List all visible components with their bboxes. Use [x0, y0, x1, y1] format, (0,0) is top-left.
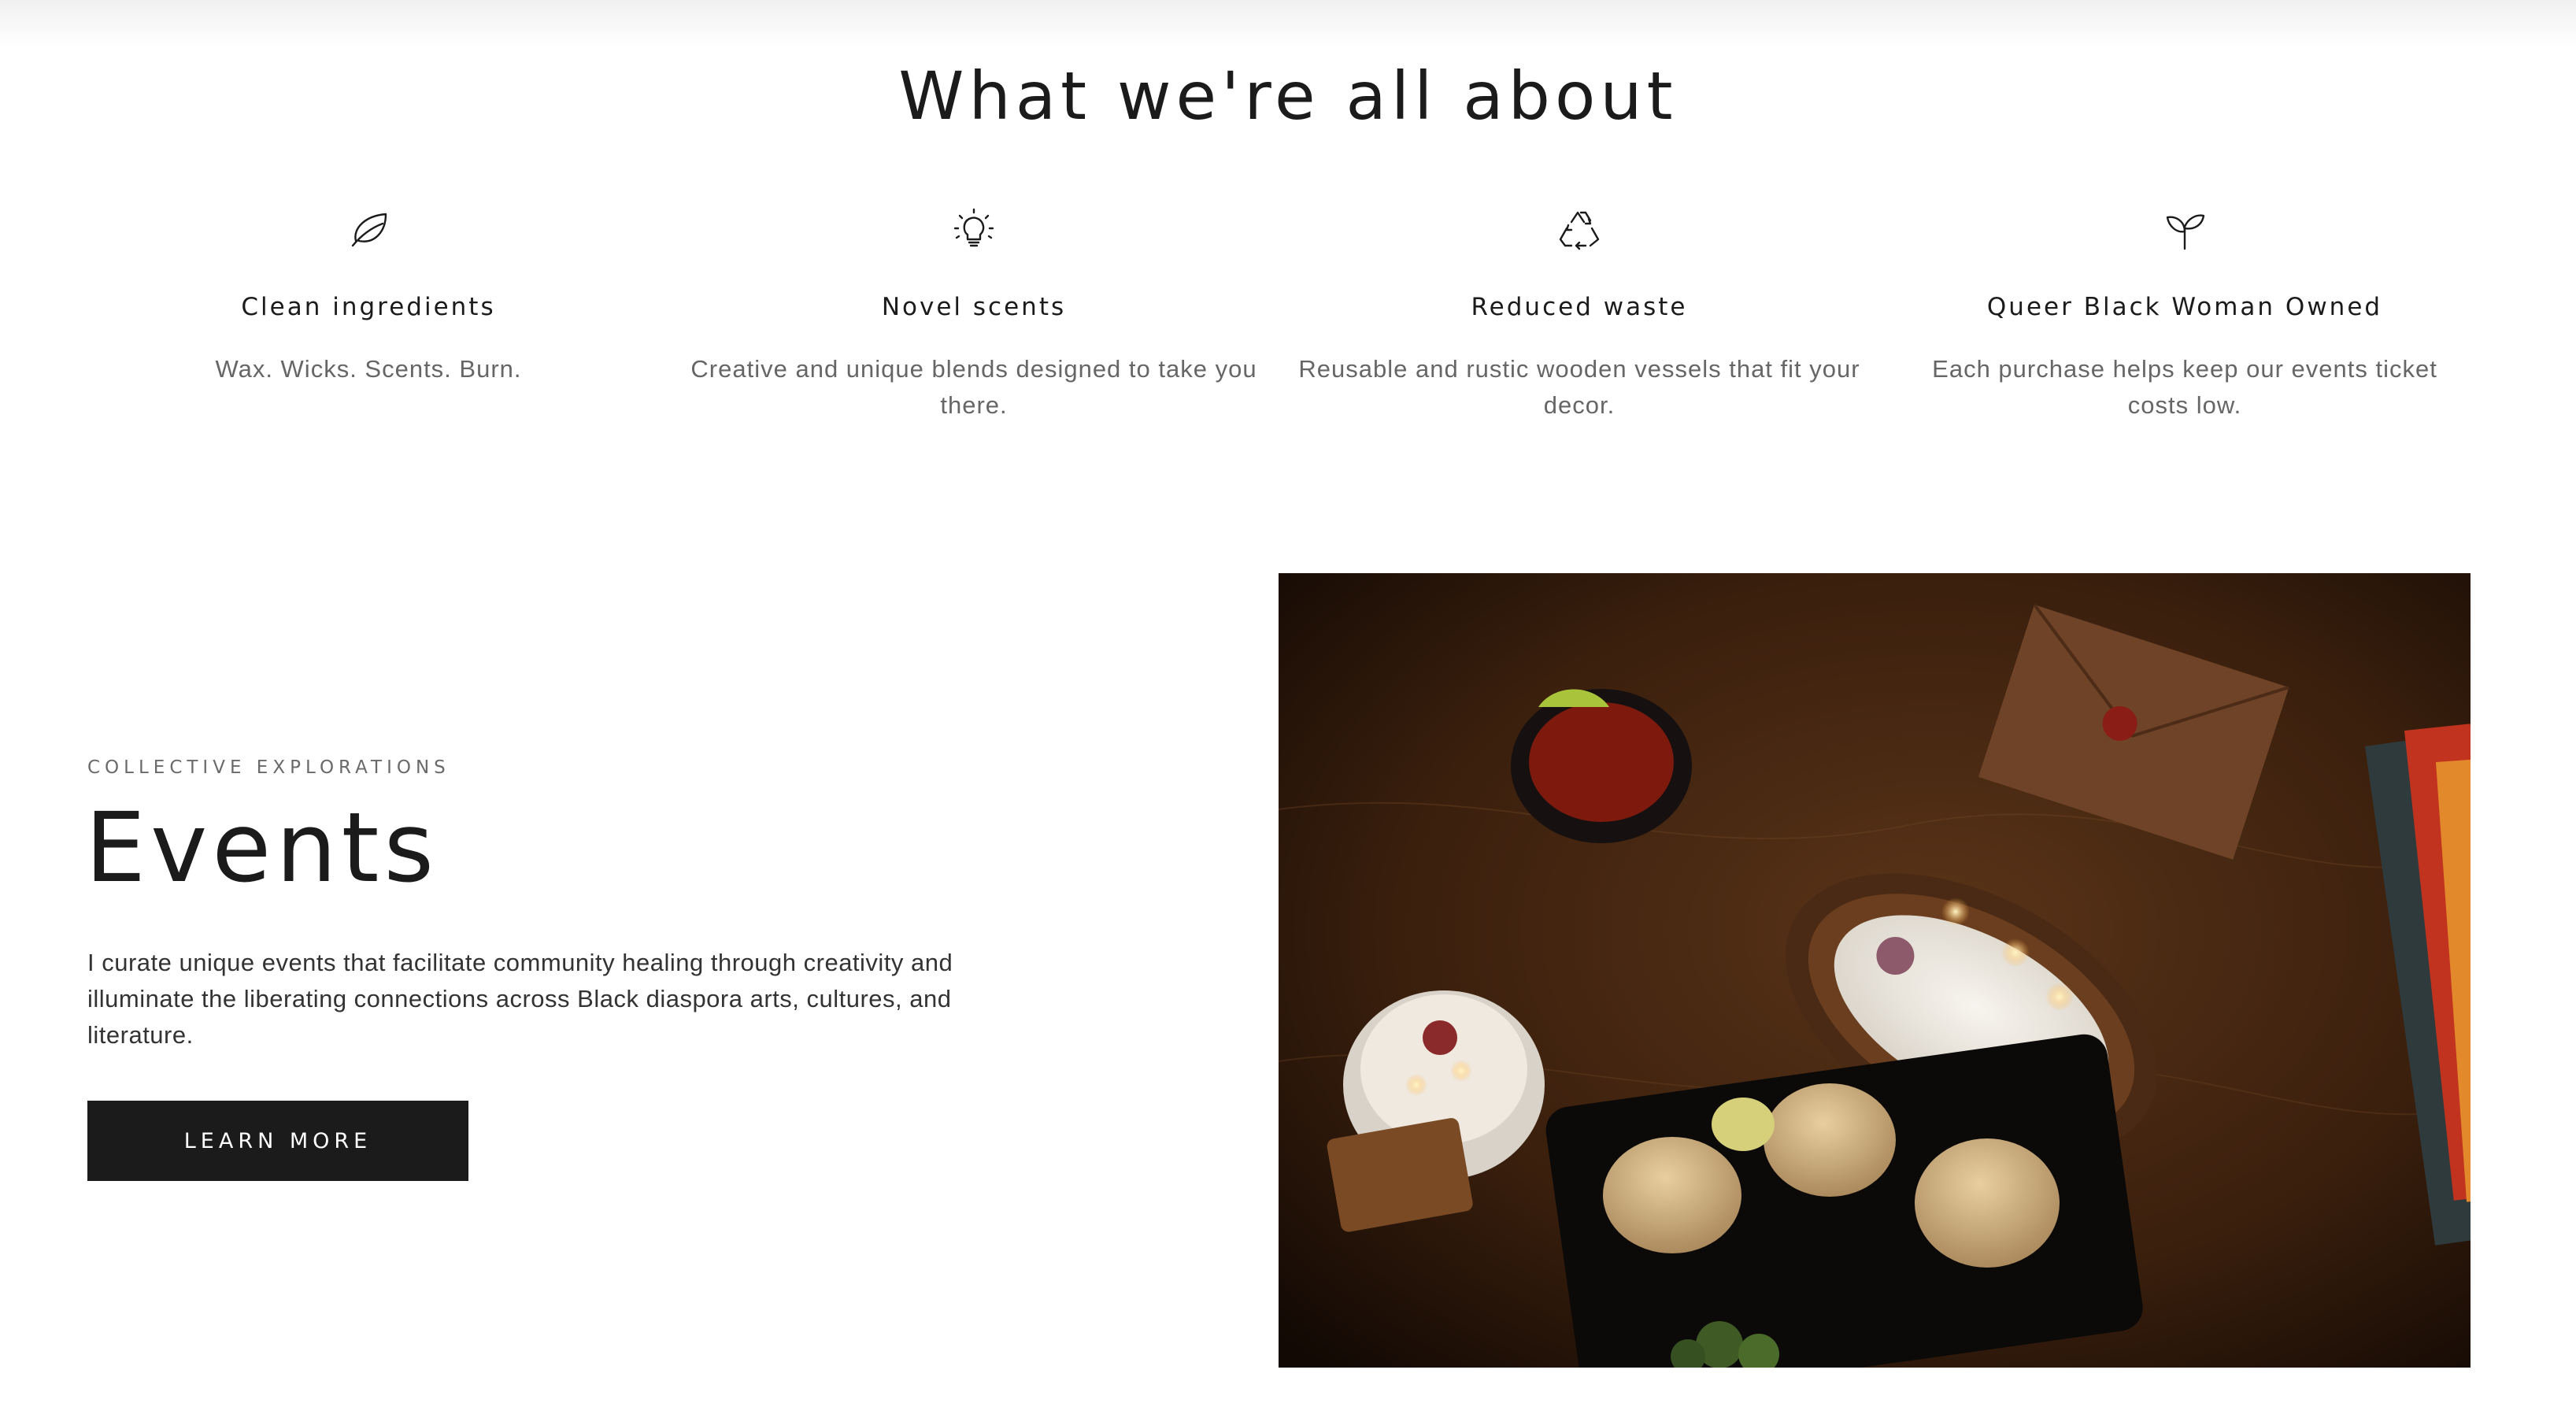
- feature-title: Clean ingredients: [241, 293, 496, 321]
- features-row: Clean ingredients Wax. Wicks. Scents. Bu…: [0, 205, 2576, 441]
- section-title: What we're all about: [898, 57, 1678, 135]
- recycle-icon: [1554, 205, 1604, 255]
- feature-title: Queer Black Woman Owned: [1986, 293, 2383, 321]
- events-photo-illustration: [1279, 573, 2471, 1368]
- feature-queer-black-woman-owned: Queer Black Woman Owned Each purchase he…: [1901, 205, 2468, 424]
- events-eyebrow: COLLECTIVE EXPLORATIONS: [87, 757, 450, 778]
- lightbulb-icon: [949, 205, 999, 255]
- events-heading: Events: [85, 792, 439, 904]
- learn-more-button[interactable]: LEARN MORE: [87, 1101, 468, 1181]
- feature-description: Creative and unique blends designed to t…: [690, 355, 1257, 419]
- feature-title: Reduced waste: [1471, 293, 1688, 321]
- events-photo: [1279, 573, 2471, 1368]
- header-shadow: [0, 0, 2576, 47]
- feature-description: Reusable and rustic wooden vessels that …: [1298, 355, 1860, 419]
- leaf-icon: [343, 205, 394, 255]
- sprout-icon: [2160, 205, 2210, 255]
- feature-novel-scents: Novel scents Creative and unique blends …: [690, 205, 1257, 424]
- feature-clean-ingredients: Clean ingredients Wax. Wicks. Scents. Bu…: [85, 205, 652, 387]
- feature-title: Novel scents: [881, 293, 1067, 321]
- feature-reduced-waste: Reduced waste Reusable and rustic wooden…: [1296, 205, 1863, 424]
- feature-description: Wax. Wicks. Scents. Burn.: [215, 355, 522, 383]
- feature-description: Each purchase helps keep our events tick…: [1932, 355, 2437, 419]
- events-description: I curate unique events that facilitate c…: [87, 949, 953, 1049]
